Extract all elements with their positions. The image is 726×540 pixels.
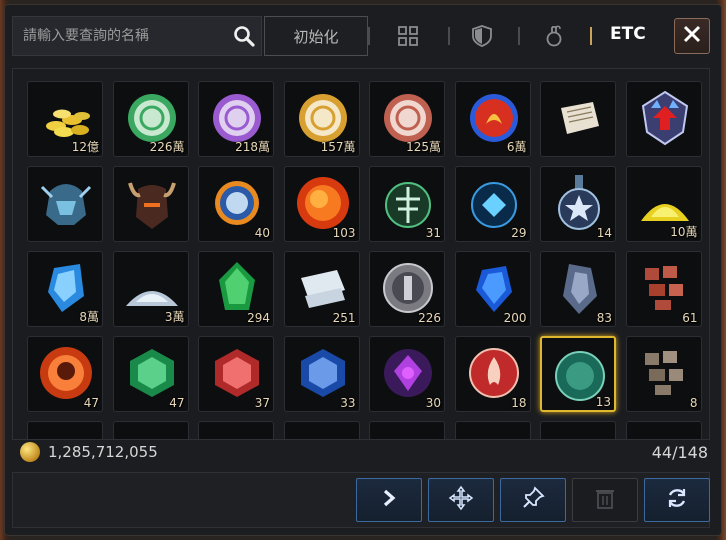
trash-icon bbox=[594, 486, 616, 514]
item-quantity: 47 bbox=[83, 396, 99, 410]
move-button[interactable] bbox=[428, 478, 494, 522]
item-quantity: 37 bbox=[254, 396, 270, 410]
inventory-slot[interactable]: 226 bbox=[369, 251, 445, 327]
item-quantity: 12億 bbox=[71, 140, 99, 154]
search-box[interactable] bbox=[12, 16, 262, 56]
inventory-slot[interactable]: 10萬 bbox=[625, 166, 702, 242]
divider-active bbox=[590, 27, 592, 45]
inventory-slot[interactable] bbox=[625, 421, 702, 439]
inventory-slot[interactable]: 40 bbox=[198, 166, 274, 242]
divider bbox=[368, 27, 370, 45]
inventory-slot[interactable]: 251 bbox=[283, 251, 360, 327]
item-quantity: 8 bbox=[689, 396, 698, 410]
item-quantity: 294 bbox=[247, 311, 270, 325]
inventory-slot[interactable]: 30 bbox=[369, 336, 445, 412]
inventory-slot[interactable]: 125萬 bbox=[369, 81, 445, 157]
inventory-slot[interactable]: 33 bbox=[283, 336, 360, 412]
potion-filter-icon[interactable] bbox=[540, 22, 568, 50]
tab-etc[interactable]: ETC bbox=[610, 24, 646, 44]
item-quantity: 40 bbox=[254, 226, 270, 240]
inventory-slot[interactable]: 157萬 bbox=[283, 81, 360, 157]
item-quantity: 10萬 bbox=[670, 225, 698, 239]
inventory-slot[interactable]: 218萬 bbox=[198, 81, 274, 157]
pin-button[interactable] bbox=[500, 478, 566, 522]
item-quantity: 47 bbox=[169, 396, 185, 410]
inventory-slot[interactable]: 226萬 bbox=[112, 81, 189, 157]
pin-icon bbox=[521, 486, 545, 514]
close-button[interactable] bbox=[674, 18, 710, 54]
inventory-slot[interactable]: 83 bbox=[540, 251, 616, 327]
search-icon[interactable] bbox=[233, 25, 255, 47]
item-quantity: 31 bbox=[425, 226, 441, 240]
item-quantity: 30 bbox=[425, 396, 441, 410]
inventory-slot[interactable]: 294 bbox=[198, 251, 274, 327]
inventory-slot[interactable]: 8 bbox=[625, 336, 702, 412]
inventory-slot[interactable]: 6萬 bbox=[454, 81, 531, 157]
item-quantity: 8萬 bbox=[79, 310, 99, 324]
top-bar: 初始化 ETC bbox=[8, 10, 668, 62]
inventory-slot[interactable]: 47 bbox=[27, 336, 103, 412]
item-quantity: 226萬 bbox=[149, 140, 185, 154]
inventory-slot[interactable] bbox=[27, 421, 103, 439]
item-quantity: 6萬 bbox=[506, 140, 527, 154]
inventory-slot[interactable]: 47 bbox=[112, 336, 189, 412]
close-icon bbox=[683, 25, 701, 47]
inventory-slot[interactable] bbox=[540, 81, 616, 157]
sort-button[interactable] bbox=[644, 478, 710, 522]
inventory-slot[interactable] bbox=[540, 421, 616, 439]
inventory-capacity: 44/148 bbox=[651, 443, 708, 462]
inventory-slot[interactable]: 3萬 bbox=[112, 251, 189, 327]
inventory-slot[interactable]: 12億 bbox=[27, 81, 103, 157]
item-quantity: 157萬 bbox=[320, 140, 356, 154]
chevron-right-icon bbox=[380, 488, 398, 512]
item-quantity: 3萬 bbox=[164, 310, 185, 324]
inventory-slot[interactable] bbox=[454, 421, 531, 439]
inventory-slot[interactable] bbox=[198, 421, 274, 439]
item-quantity: 218萬 bbox=[235, 140, 270, 154]
inventory-slot[interactable]: 13 bbox=[540, 336, 616, 412]
inventory-slot[interactable]: 8萬 bbox=[27, 251, 103, 327]
item-quantity: 200 bbox=[503, 311, 527, 325]
inventory-grid: 12億 226萬 218萬 157萬 125萬 6萬 40 103 31 29 14 10萬 8萬 3萬 2… bbox=[12, 68, 710, 440]
inventory-slot[interactable]: 37 bbox=[198, 336, 274, 412]
inventory-slot[interactable]: 14 bbox=[540, 166, 616, 242]
inventory-slot[interactable]: 103 bbox=[283, 166, 360, 242]
inventory-slot[interactable]: 18 bbox=[454, 336, 531, 412]
item-quantity: 103 bbox=[332, 226, 356, 240]
inventory-slot[interactable]: 31 bbox=[369, 166, 445, 242]
inventory-slot[interactable]: 200 bbox=[454, 251, 531, 327]
item-quantity: 125萬 bbox=[406, 140, 441, 154]
divider bbox=[518, 27, 520, 45]
item-quantity: 29 bbox=[511, 226, 527, 240]
reset-button[interactable]: 初始化 bbox=[264, 16, 368, 56]
inventory-slot[interactable] bbox=[112, 421, 189, 439]
gold-amount: 1,285,712,055 bbox=[48, 443, 158, 461]
inventory-slot[interactable] bbox=[369, 421, 445, 439]
inventory-slot[interactable]: 29 bbox=[454, 166, 531, 242]
item-quantity: 13 bbox=[595, 395, 611, 409]
search-input[interactable] bbox=[23, 17, 223, 55]
inventory-slot[interactable] bbox=[625, 81, 702, 157]
item-quantity: 251 bbox=[332, 311, 356, 325]
item-quantity: 14 bbox=[596, 226, 612, 240]
refresh-icon bbox=[665, 486, 689, 514]
divider bbox=[448, 27, 450, 45]
item-quantity: 61 bbox=[682, 311, 698, 325]
item-quantity: 18 bbox=[511, 396, 527, 410]
inventory-slot[interactable] bbox=[27, 166, 103, 242]
expand-button[interactable] bbox=[356, 478, 422, 522]
item-quantity: 83 bbox=[596, 311, 612, 325]
item-quantity: 226 bbox=[418, 311, 441, 325]
grid-filter-icon[interactable] bbox=[394, 22, 422, 50]
shield-filter-icon[interactable] bbox=[468, 22, 496, 50]
gold-coin-icon bbox=[20, 442, 40, 462]
reset-button-label: 初始化 bbox=[293, 27, 339, 46]
delete-button[interactable] bbox=[572, 478, 638, 522]
inventory-slot[interactable] bbox=[283, 421, 360, 439]
inventory-slot[interactable] bbox=[112, 166, 189, 242]
inventory-slot[interactable]: 61 bbox=[625, 251, 702, 327]
move-arrows-icon bbox=[448, 485, 474, 515]
item-quantity: 33 bbox=[340, 396, 356, 410]
